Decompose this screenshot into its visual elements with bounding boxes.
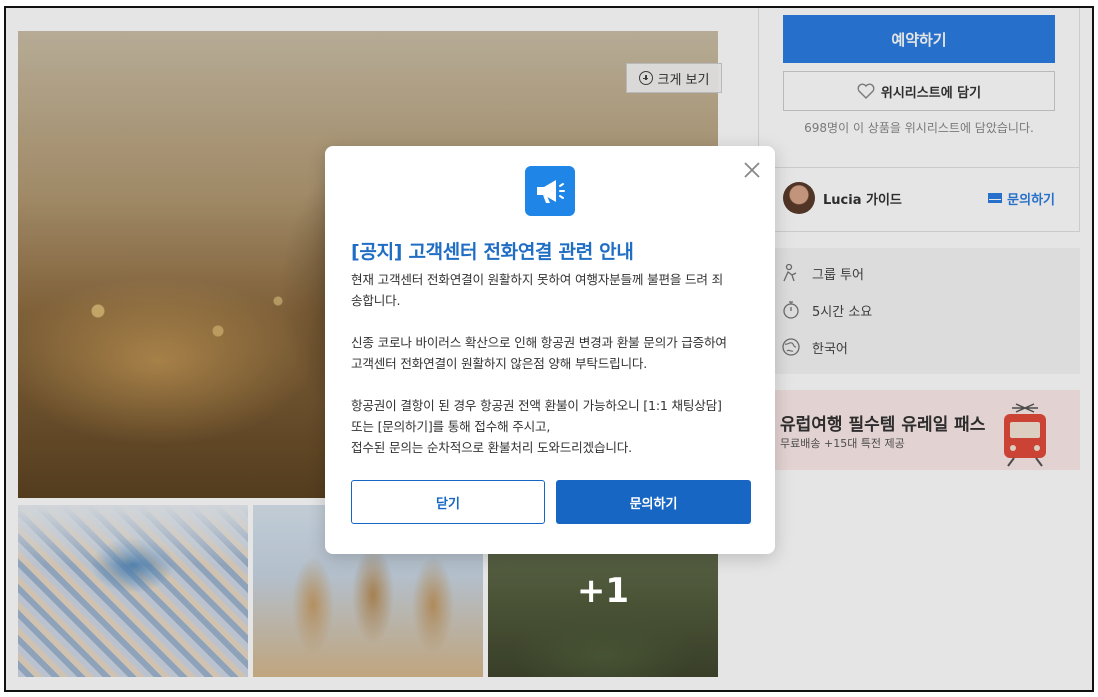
body-line: 현재 고객센터 전화연결이 원활하지 못하여 여행자분들께 불편을 드려 죄 [351, 272, 724, 287]
close-icon[interactable] [742, 160, 762, 180]
modal-title: [공지] 고객센터 전화연결 관련 안내 [351, 241, 634, 263]
modal-inquiry-button[interactable]: 문의하기 [556, 480, 751, 524]
body-line: 접수된 문의는 순차적으로 환불처리 도와드리겠습니다. [351, 440, 632, 455]
browser-viewport: 크게 보기 +1 예약하기 위시리스트에 담기 698명이 이 상품을 위시리스… [4, 6, 1094, 692]
body-line: 또는 [문의하기]를 통해 접수해 주시고, [351, 419, 551, 434]
megaphone-icon [525, 166, 575, 216]
modal-body: 현재 고객센터 전화연결이 원활하지 못하여 여행자분들께 불편을 드려 죄 송… [351, 269, 753, 458]
notice-modal: [공지] 고객센터 전화연결 관련 안내 현재 고객센터 전화연결이 원활하지 … [325, 146, 775, 554]
body-line: 고객센터 전화연결이 원활하지 않은점 양해 부탁드립니다. [351, 356, 648, 371]
body-line: 송합니다. [351, 293, 401, 308]
modal-close-button[interactable]: 닫기 [351, 480, 545, 524]
more-photos-count: +1 [576, 571, 630, 611]
body-line: 신종 코로나 바이러스 확산으로 인해 항공권 변경과 환불 문의가 급증하여 [351, 335, 727, 350]
body-line: 항공권이 결항이 된 경우 항공권 전액 환불이 가능하오니 [1:1 채팅상담… [351, 398, 722, 413]
